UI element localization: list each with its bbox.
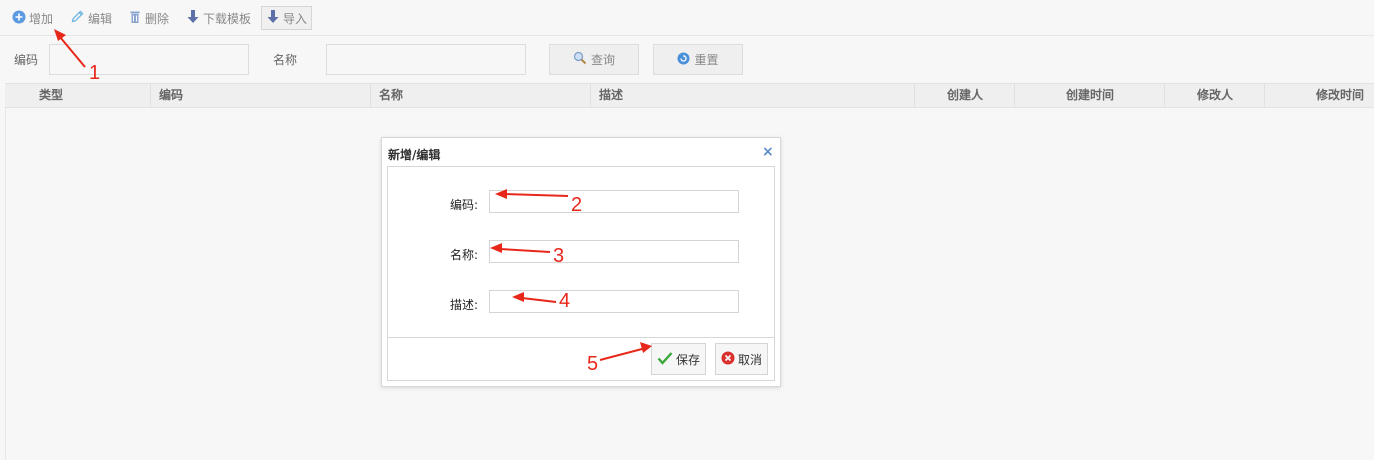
edit-button[interactable]: 编辑 xyxy=(70,6,112,30)
column-divider xyxy=(150,84,151,107)
column-header-description[interactable]: 描述 xyxy=(599,84,623,107)
column-header-modifier[interactable]: 修改人 xyxy=(1197,84,1233,107)
arrow-down-icon xyxy=(266,9,280,27)
annotation-number: 4 xyxy=(559,290,571,312)
code-search-label: 编码 xyxy=(14,53,39,67)
arrow-down-icon xyxy=(186,9,200,27)
save-label: 保存 xyxy=(676,352,701,367)
column-header-created-time[interactable]: 创建时间 xyxy=(1066,84,1114,107)
column-divider xyxy=(1014,84,1015,107)
column-header-modified-time[interactable]: 修改时间 xyxy=(1316,84,1364,107)
query-button[interactable]: 查询 xyxy=(549,44,639,75)
annotation-number: 1 xyxy=(89,62,101,84)
column-divider xyxy=(1264,84,1265,107)
add-button[interactable]: 增加 xyxy=(12,6,53,30)
code-field[interactable] xyxy=(489,190,739,213)
dialog-footer: 保存 取消 xyxy=(388,337,774,380)
import-button[interactable]: 导入 xyxy=(261,6,313,30)
page: 增加 编辑 删除 下载模板 导入 编码 名称 查询 重置 类型 编码 名称 描述… xyxy=(0,0,1374,460)
cancel-icon xyxy=(721,351,735,368)
cancel-button[interactable]: 取消 xyxy=(715,343,769,375)
reset-icon xyxy=(677,52,690,68)
pencil-icon xyxy=(70,9,85,27)
description-field-label: 描述: xyxy=(450,298,479,312)
import-label: 导入 xyxy=(283,11,308,26)
save-button[interactable]: 保存 xyxy=(651,343,707,375)
column-divider xyxy=(914,84,915,107)
search-row: 编码 名称 查询 重置 xyxy=(0,37,1374,82)
annotation-number: 3 xyxy=(553,245,565,267)
edit-label: 编辑 xyxy=(88,11,113,26)
download-template-button[interactable]: 下载模板 xyxy=(186,6,251,30)
name-field-label: 名称: xyxy=(450,248,479,262)
trash-icon xyxy=(128,10,142,27)
description-field[interactable] xyxy=(489,290,739,313)
reset-label: 重置 xyxy=(694,53,719,67)
delete-label: 删除 xyxy=(145,11,170,26)
code-field-label: 编码: xyxy=(450,198,479,212)
edit-dialog: 新增/编辑 × 编码: 名称: 描述: 保存 取消 xyxy=(381,137,781,387)
query-label: 查询 xyxy=(590,53,615,67)
delete-button[interactable]: 删除 xyxy=(128,6,169,30)
column-divider xyxy=(370,84,371,107)
checkmark-icon xyxy=(657,351,673,368)
column-header-creator[interactable]: 创建人 xyxy=(947,84,983,107)
column-divider xyxy=(1164,84,1165,107)
table-header: 类型 编码 名称 描述 创建人 创建时间 修改人 修改时间 xyxy=(5,83,1374,108)
plus-circle-icon xyxy=(12,10,26,27)
column-divider xyxy=(590,84,591,107)
column-header-name[interactable]: 名称 xyxy=(379,84,403,107)
annotation-number: 2 xyxy=(571,194,583,216)
add-label: 增加 xyxy=(29,11,54,26)
dialog-title: 新增/编辑 xyxy=(388,148,441,162)
column-header-type[interactable]: 类型 xyxy=(39,84,63,107)
annotation-number: 5 xyxy=(587,353,599,375)
close-icon[interactable]: × xyxy=(762,144,774,160)
reset-button[interactable]: 重置 xyxy=(653,44,743,75)
code-search-input[interactable] xyxy=(49,44,249,75)
download-template-label: 下载模板 xyxy=(203,11,252,26)
search-icon xyxy=(573,51,587,68)
name-search-input[interactable] xyxy=(326,44,526,75)
cancel-label: 取消 xyxy=(738,352,763,367)
name-field[interactable] xyxy=(489,240,739,263)
column-header-code[interactable]: 编码 xyxy=(159,84,183,107)
name-search-label: 名称 xyxy=(273,53,298,67)
toolbar: 增加 编辑 删除 下载模板 导入 xyxy=(0,0,1374,36)
